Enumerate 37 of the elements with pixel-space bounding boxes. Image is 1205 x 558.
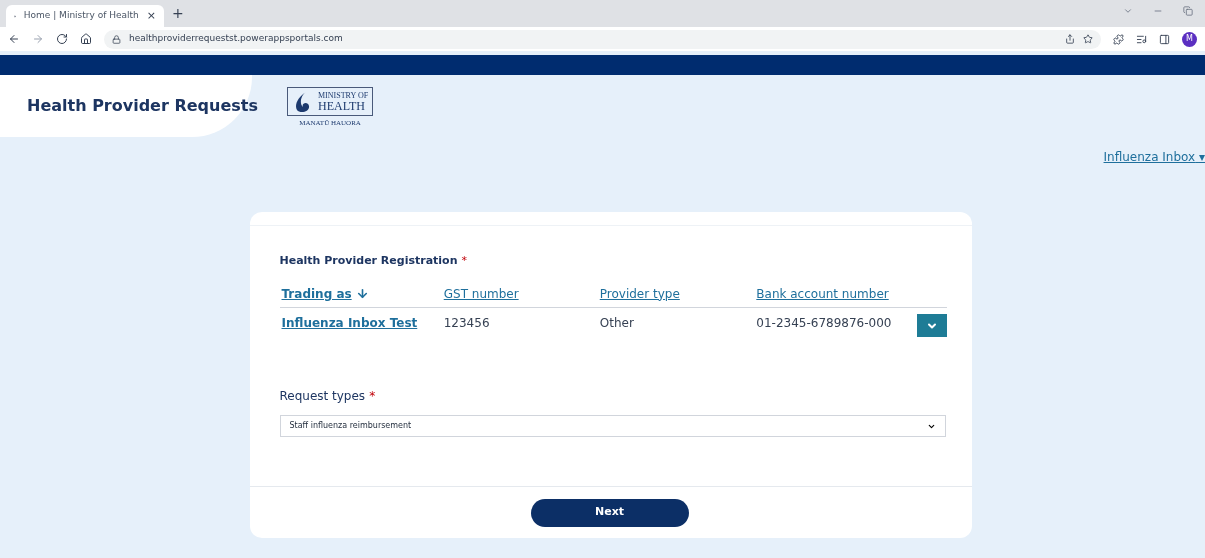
share-icon[interactable]	[1065, 34, 1075, 44]
lock-icon	[112, 34, 121, 44]
home-icon[interactable]	[80, 33, 92, 45]
table-cell: Other	[599, 316, 634, 330]
reload-icon[interactable]	[56, 33, 68, 45]
next-button[interactable]: Next	[530, 498, 689, 527]
address-bar[interactable]: healthproviderrequestst.powerappsportals.com	[104, 29, 1101, 49]
field-label: Health Provider Registration	[279, 253, 458, 269]
row-link[interactable]: Influenza Inbox Test	[281, 316, 418, 330]
column-header-link[interactable]: GST number	[443, 284, 519, 303]
new-tab-button[interactable]: +	[172, 3, 184, 24]
column-header-link[interactable]: Provider type	[599, 284, 680, 303]
browser-tab[interactable]: Home | Ministry of Health ×	[6, 5, 164, 27]
logo-text: HEALTH	[318, 99, 366, 112]
table-cell: 123456	[443, 316, 490, 330]
site-title[interactable]: Health Provider Requests	[27, 94, 258, 118]
logo-text: MINISTRY OF	[318, 91, 369, 100]
user-menu-link[interactable]: Influenza Inbox ▾	[1103, 148, 1205, 166]
row-actions-button[interactable]	[916, 314, 947, 337]
request-type-select[interactable]: Staff influenza reimbursement	[279, 415, 946, 437]
sort-arrow-icon	[355, 287, 369, 300]
column-header-link[interactable]: Trading as	[281, 284, 369, 303]
bookmark-star-icon[interactable]	[1083, 34, 1093, 44]
required-mark: *	[369, 388, 376, 405]
field-label: Request types	[279, 388, 366, 405]
reading-list-icon[interactable]	[1136, 33, 1147, 45]
required-mark: *	[461, 253, 467, 269]
side-panel-icon[interactable]	[1159, 33, 1170, 45]
back-icon[interactable]	[8, 33, 20, 45]
extensions-icon[interactable]	[1113, 33, 1124, 45]
tab-close[interactable]: ×	[146, 7, 156, 25]
tab-title: Home | Ministry of Health	[23, 9, 139, 23]
table-cell: 01-2345-6789876-000	[756, 316, 892, 330]
profile-avatar[interactable]: M	[1182, 31, 1197, 47]
restore-icon[interactable]	[1183, 6, 1193, 16]
url-text: healthproviderrequestst.powerappsportals.com	[129, 32, 343, 46]
column-header-link[interactable]: Bank account number	[756, 284, 889, 303]
